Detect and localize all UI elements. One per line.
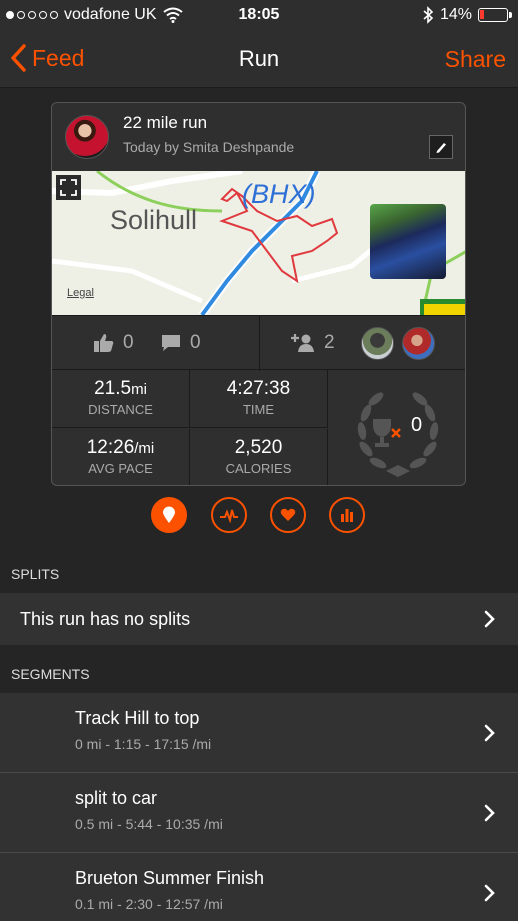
kudos-button[interactable]: 0	[93, 332, 134, 354]
athlete-avatar[interactable]	[65, 115, 109, 159]
add-athlete-icon	[291, 334, 314, 352]
pace-value: 12:26	[86, 437, 135, 458]
page-title: Run	[238, 46, 280, 71]
splits-row[interactable]: This run has no splits	[0, 593, 518, 645]
pace-label: AVG PACE	[88, 461, 153, 476]
map-airport-label: (BHX)	[242, 179, 316, 209]
expand-map-button[interactable]	[56, 175, 81, 200]
tab-stats[interactable]	[329, 497, 365, 533]
chevron-right-icon	[484, 724, 495, 742]
social-divider	[259, 316, 260, 371]
segments-header: SEGMENTS	[11, 666, 90, 682]
expand-icon	[60, 179, 77, 196]
calories-label: CALORIES	[225, 461, 292, 476]
activity-header: 22 mile run Today by Smita Deshpande	[52, 103, 465, 171]
athlete-avatar[interactable]	[361, 327, 394, 360]
time-label: TIME	[242, 402, 275, 417]
stat-time: 4:27:38 TIME	[190, 370, 328, 428]
splits-empty-text: This run has no splits	[20, 609, 191, 629]
laurel-trophy-icon	[357, 391, 439, 477]
athletes-count: 2	[324, 332, 335, 353]
chevron-right-icon	[484, 804, 495, 822]
status-bar: vodafone UK 18:05 14%	[0, 0, 518, 30]
thumbs-up-icon	[94, 334, 114, 352]
tab-map[interactable]	[151, 497, 187, 533]
stat-distance: 21.5mi DISTANCE	[52, 370, 190, 428]
comments-button[interactable]: 0	[160, 332, 201, 354]
activity-title: 22 mile run	[123, 113, 208, 132]
share-button[interactable]: Share	[445, 46, 506, 73]
segment-row[interactable]: Track Hill to top 0 mi - 1:15 - 17:15 /m…	[0, 693, 518, 773]
achievements-button[interactable]: 0	[329, 370, 465, 485]
tab-analysis[interactable]	[211, 497, 247, 533]
activity-tabs	[0, 497, 518, 535]
pulse-icon	[220, 509, 238, 523]
segment-meta: 0.1 mi - 2:30 - 12:57 /mi	[75, 896, 223, 912]
map-pin-icon	[163, 506, 175, 523]
activity-photo[interactable]	[370, 204, 446, 279]
social-bar: 0 0 2	[52, 315, 465, 371]
segment-row[interactable]: split to car 0.5 mi - 5:44 - 10:35 /mi	[0, 773, 518, 853]
map-town-label: Solihull	[110, 205, 198, 235]
group-athletes-button[interactable]: 2	[290, 332, 335, 354]
segment-row[interactable]: Brueton Summer Finish 0.1 mi - 2:30 - 12…	[0, 853, 518, 921]
map-legal-link[interactable]: Legal	[67, 287, 94, 299]
achievements-count: 0	[411, 414, 423, 436]
chevron-right-icon	[484, 884, 495, 902]
calories-value: 2,520	[234, 437, 283, 458]
status-right: 14%	[423, 6, 512, 24]
activity-card: 22 mile run Today by Smita Deshpande (BH…	[51, 102, 466, 486]
time-value: 4:27:38	[226, 378, 291, 399]
splits-header: SPLITS	[11, 566, 60, 582]
route-map[interactable]: (BHX) Solihull Legal	[52, 171, 465, 315]
segment-name: Track Hill to top	[75, 708, 200, 728]
battery-percent: 14%	[439, 6, 472, 23]
segment-meta: 0.5 mi - 5:44 - 10:35 /mi	[75, 816, 223, 832]
bluetooth-icon	[423, 6, 434, 24]
bar-chart-icon	[341, 509, 353, 522]
segment-name: Brueton Summer Finish	[75, 868, 265, 888]
stat-value: 21.5mi	[52, 378, 189, 400]
stat-value: 12:26/mi	[52, 437, 189, 459]
edit-button[interactable]	[429, 135, 453, 159]
comment-icon	[162, 335, 180, 351]
athlete-avatar[interactable]	[402, 327, 435, 360]
heart-icon	[280, 508, 296, 521]
pace-unit: /mi	[134, 440, 155, 457]
nav-bar: Feed Run Share	[0, 30, 518, 88]
battery-icon	[478, 8, 512, 22]
activity-subtitle: Today by Smita Deshpande	[123, 139, 295, 155]
segment-meta: 0 mi - 1:15 - 17:15 /mi	[75, 736, 212, 752]
stat-pace: 12:26/mi AVG PACE	[52, 429, 190, 485]
tab-heart-rate[interactable]	[270, 497, 306, 533]
stats-grid: 21.5mi DISTANCE 4:27:38 TIME 12:26/mi AV…	[52, 370, 465, 485]
kudos-count: 0	[123, 332, 134, 353]
comment-count: 0	[190, 332, 201, 353]
battery-fill	[480, 10, 484, 19]
pencil-icon	[436, 143, 446, 153]
distance-value: 21.5	[94, 378, 132, 399]
stat-calories: 2,520 CALORIES	[190, 429, 328, 485]
distance-label: DISTANCE	[88, 402, 153, 417]
chevron-right-icon	[484, 610, 495, 628]
distance-unit: mi	[131, 381, 147, 398]
segment-name: split to car	[75, 788, 158, 808]
